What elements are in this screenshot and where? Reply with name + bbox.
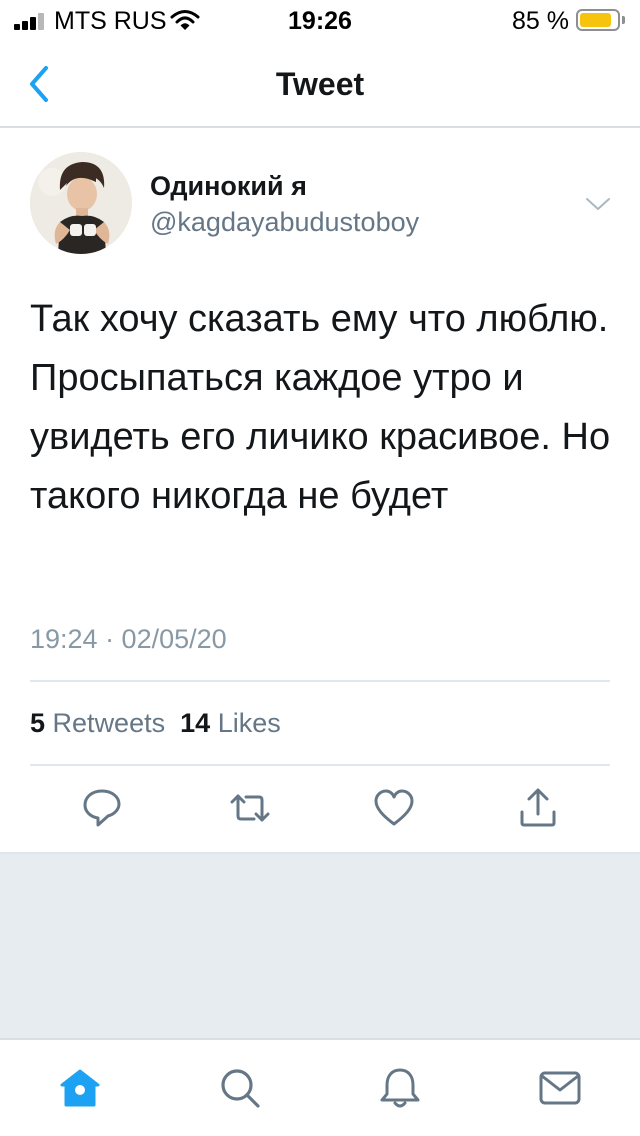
tweet-timestamp: 19:24 · 02/05/20 bbox=[30, 624, 227, 654]
divider bbox=[30, 680, 610, 682]
avatar[interactable] bbox=[30, 152, 132, 254]
search-icon bbox=[221, 1069, 260, 1108]
battery-icon bbox=[576, 9, 620, 31]
mail-icon bbox=[539, 1071, 581, 1105]
reply-button[interactable] bbox=[80, 786, 124, 830]
share-icon bbox=[520, 788, 556, 827]
chevron-down-icon bbox=[586, 198, 610, 210]
divider bbox=[30, 764, 610, 766]
likes-label: Likes bbox=[217, 708, 281, 738]
tab-messages[interactable] bbox=[536, 1064, 584, 1112]
retweets-count: 5 bbox=[30, 708, 46, 738]
retweets-stat[interactable]: 5 Retweets bbox=[30, 708, 165, 738]
status-bar: MTS RUS 19:26 85 % bbox=[0, 0, 640, 40]
battery-percentage: 85 % bbox=[512, 7, 569, 35]
tab-notifications[interactable] bbox=[376, 1064, 424, 1112]
likes-count: 14 bbox=[180, 708, 211, 738]
navigation-bar: Tweet bbox=[0, 40, 640, 128]
page-title: Tweet bbox=[275, 66, 365, 102]
display-name[interactable]: Одинокий я bbox=[150, 170, 307, 202]
empty-replies-area bbox=[0, 852, 640, 1038]
tab-search[interactable] bbox=[216, 1064, 264, 1112]
like-button[interactable] bbox=[372, 786, 416, 830]
tweet-text: Так хочу сказать ему что люблю. Просыпат… bbox=[30, 298, 611, 517]
tweet-actions bbox=[0, 786, 640, 830]
heart-icon bbox=[374, 789, 414, 826]
share-button[interactable] bbox=[516, 786, 560, 830]
retweet-button[interactable] bbox=[228, 786, 272, 830]
battery-level-fill bbox=[580, 13, 611, 27]
user-handle[interactable]: @kagdayabudustoboy bbox=[150, 206, 419, 238]
bell-icon bbox=[380, 1068, 420, 1108]
avatar-image bbox=[30, 152, 132, 254]
retweet-icon bbox=[230, 794, 270, 822]
tab-home[interactable] bbox=[56, 1064, 104, 1112]
reply-icon bbox=[83, 789, 121, 827]
tab-bar bbox=[0, 1038, 640, 1136]
battery-tip bbox=[622, 16, 625, 24]
retweets-label: Retweets bbox=[52, 708, 166, 738]
more-options-button[interactable] bbox=[584, 194, 612, 214]
home-icon bbox=[60, 1069, 100, 1107]
tweet-stats: 5 Retweets 14 Likes bbox=[30, 706, 281, 740]
likes-stat[interactable]: 14 Likes bbox=[180, 708, 281, 738]
